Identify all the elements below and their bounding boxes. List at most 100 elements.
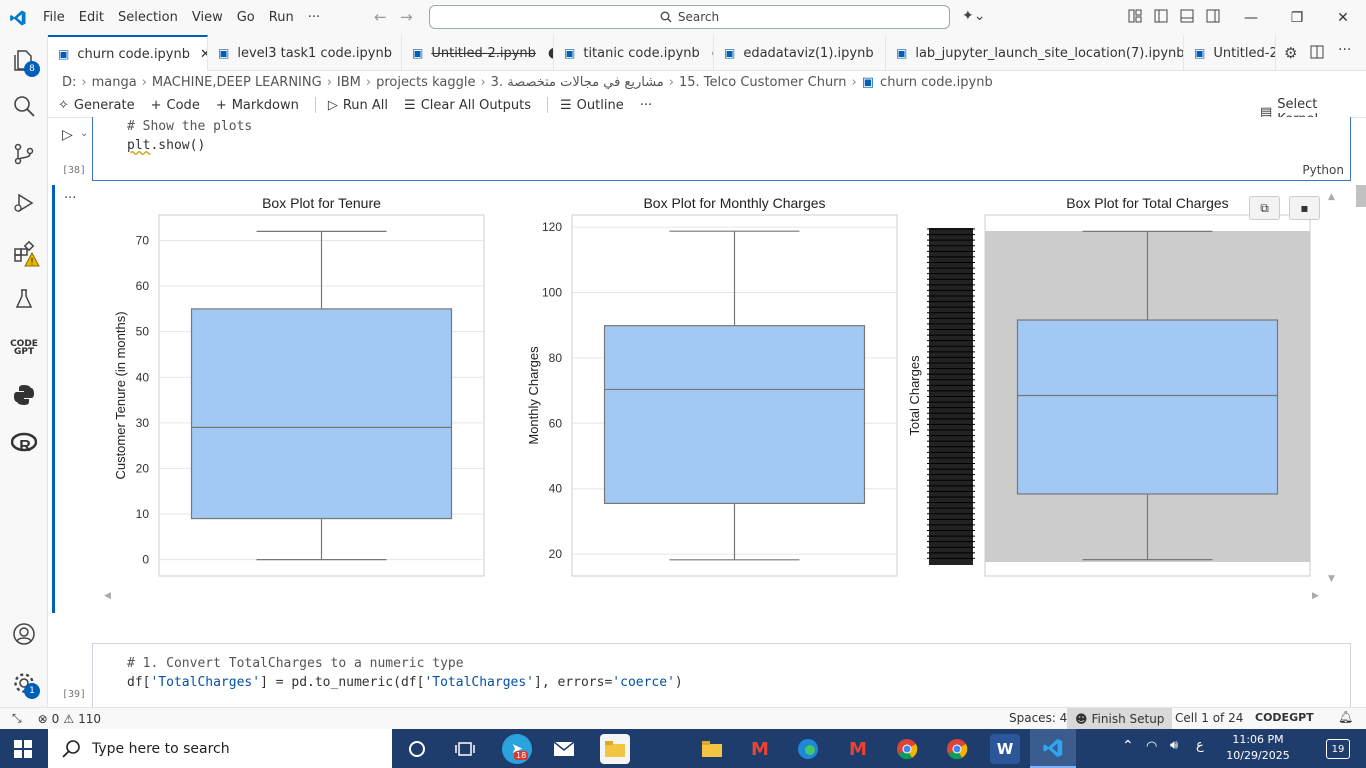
forward-arrow-icon[interactable]: →	[400, 8, 413, 26]
code-cell-39[interactable]: # 1. Convert TotalCharges to a numeric t…	[92, 643, 1351, 707]
breadcrumb-item[interactable]: manga	[92, 75, 137, 90]
scroll-down-icon[interactable]: ▼	[1328, 574, 1335, 584]
copy-output-button[interactable]: ⧉	[1249, 196, 1280, 220]
folder-icon[interactable]	[697, 734, 727, 764]
command-center-search[interactable]: Search	[429, 5, 950, 29]
codegpt-icon[interactable]: CODE GPT	[8, 332, 40, 364]
search-icon[interactable]	[8, 90, 40, 122]
gmail-icon[interactable]: M	[745, 734, 775, 764]
input-language[interactable]: ع	[1196, 738, 1204, 753]
breadcrumb-item[interactable]: MACHINE,DEEP LEARNING	[152, 75, 322, 90]
problems-indicator[interactable]: ⊗ 0 ⚠ 110	[38, 712, 101, 726]
chrome-profile-icon[interactable]	[942, 734, 972, 764]
tab-titanic-code[interactable]: ▣ titanic code.ipynb ●	[554, 35, 714, 71]
edge-icon[interactable]	[793, 734, 823, 764]
run-cell-icon[interactable]: ▷	[62, 127, 73, 143]
add-code-button[interactable]: + Code	[151, 98, 200, 113]
source-control-icon[interactable]	[8, 138, 40, 170]
tab-lab-jupyter[interactable]: ▣ lab_jupyter_launch_site_location(7).ip…	[886, 35, 1184, 71]
breadcrumb-item[interactable]: D:	[62, 75, 76, 90]
tab-edadataviz[interactable]: ▣ edadataviz(1).ipynb ●	[714, 35, 886, 71]
run-all-button[interactable]: ▷ Run All	[328, 98, 388, 113]
save-output-button[interactable]: ▪	[1289, 196, 1320, 220]
close-tab-icon[interactable]: ✕	[200, 47, 207, 62]
task-view-icon[interactable]	[450, 734, 480, 764]
breadcrumb-item[interactable]: 15. Telco Customer Churn	[679, 75, 847, 90]
vscode-taskbar-icon[interactable]	[1030, 729, 1076, 768]
cell-language-label[interactable]: Python	[1302, 163, 1344, 177]
chart-title: Box Plot for Tenure	[262, 195, 381, 211]
gmail-icon-2[interactable]: M	[843, 734, 873, 764]
file-explorer-icon[interactable]	[600, 734, 630, 764]
run-dropdown-icon[interactable]: ⌄	[80, 128, 88, 139]
python-icon[interactable]	[8, 379, 40, 411]
layout-customize-icon[interactable]	[1128, 9, 1142, 27]
menu-view[interactable]: View	[185, 0, 230, 35]
codegpt-status[interactable]: CODEGPT	[1255, 711, 1314, 724]
copilot-icon[interactable]: ✦⌄	[962, 8, 985, 24]
tab-untitled-2b[interactable]: ▣ Untitled-2	[1184, 35, 1276, 71]
tab-churn-code[interactable]: ▣ churn code.ipynb ✕	[48, 35, 208, 71]
taskbar-clock[interactable]: 11:06 PM 10/29/2025	[1220, 732, 1296, 764]
indentation-status[interactable]: Spaces: 4	[1009, 711, 1067, 725]
remote-icon[interactable]: ⤡	[12, 711, 22, 726]
testing-flask-icon[interactable]	[8, 283, 40, 315]
menu-file[interactable]: File	[36, 0, 72, 35]
generate-button[interactable]: ✧ Generate	[58, 98, 135, 113]
menu-go[interactable]: Go	[230, 0, 262, 35]
windows-start-icon[interactable]	[14, 740, 32, 762]
breadcrumb-item[interactable]: 3. مشاريع في مجالات متخصصة	[491, 75, 664, 90]
wifi-icon[interactable]: ◠	[1146, 739, 1157, 754]
notebook-settings-gear-icon[interactable]: ⚙	[1284, 44, 1297, 62]
breadcrumb-item[interactable]: projects kaggle	[376, 75, 475, 90]
cortana-icon[interactable]	[402, 734, 432, 764]
add-markdown-button[interactable]: + Markdown	[216, 98, 299, 113]
back-arrow-icon[interactable]: ←	[374, 8, 387, 26]
more-actions-icon[interactable]: ···	[1338, 42, 1351, 58]
breadcrumb-item[interactable]: churn code.ipynb	[880, 75, 993, 90]
accounts-icon[interactable]	[8, 618, 40, 650]
finish-setup-button[interactable]: ☻ Finish Setup	[1067, 708, 1173, 729]
close-window-button[interactable]: ✕	[1320, 0, 1366, 35]
tab-level3-task1[interactable]: ▣ level3 task1 code.ipynb ●	[208, 35, 402, 71]
tab-label: churn code.ipynb	[77, 46, 190, 62]
tab-untitled-2[interactable]: ▣ Untitled-2.ipynb ●	[402, 35, 554, 71]
restore-button[interactable]: ❐	[1274, 0, 1320, 35]
y-tick-label: 0	[142, 553, 149, 567]
toggle-panel-icon[interactable]	[1180, 9, 1194, 27]
toggle-sidebar-icon[interactable]	[1154, 9, 1168, 27]
vertical-scrollbar-thumb[interactable]	[1356, 185, 1366, 207]
run-debug-icon[interactable]	[8, 187, 40, 219]
code-cell-38[interactable]: # Show the plots plt.show() Python	[92, 117, 1351, 181]
split-editor-icon[interactable]	[1310, 45, 1324, 63]
menu-run[interactable]: Run	[262, 0, 301, 35]
taskbar-search-box[interactable]: Type here to search	[48, 729, 392, 768]
tab-label: titanic code.ipynb	[583, 45, 700, 61]
output-more-button[interactable]: ···	[64, 191, 76, 206]
y-tick-label: 10	[136, 507, 150, 521]
word-icon[interactable]: W	[990, 734, 1020, 764]
toolbar-more-button[interactable]: ···	[640, 98, 652, 113]
menu-edit[interactable]: Edit	[72, 0, 111, 35]
chrome-icon[interactable]	[892, 734, 922, 764]
minimize-button[interactable]: —	[1228, 0, 1274, 35]
mail-icon[interactable]	[549, 734, 579, 764]
menu-selection[interactable]: Selection	[111, 0, 185, 35]
notification-center-icon[interactable]: 19	[1326, 739, 1350, 759]
volume-icon[interactable]: 🔊︎	[1170, 738, 1178, 753]
show-hidden-icons-icon[interactable]: ⌃	[1122, 738, 1134, 754]
toggle-secondary-sidebar-icon[interactable]	[1206, 9, 1220, 27]
clear-outputs-button[interactable]: ☰ Clear All Outputs	[404, 98, 531, 113]
y-tick-label: 120	[542, 220, 562, 234]
outline-button[interactable]: ☰ Outline	[560, 98, 624, 113]
notifications-bell-icon[interactable]: 🔔︎	[1338, 710, 1353, 724]
cell-position-status[interactable]: Cell 1 of 24	[1175, 711, 1243, 725]
breadcrumb-item[interactable]: IBM	[337, 75, 361, 90]
scroll-up-icon[interactable]: ▲	[1328, 192, 1335, 202]
scroll-left-icon[interactable]: ◀	[104, 591, 111, 601]
menu-more[interactable]: ···	[301, 0, 327, 35]
notebook-icon: ▣	[412, 46, 424, 60]
scroll-right-icon[interactable]: ▶	[1312, 591, 1319, 601]
r-language-icon[interactable]: R	[8, 427, 40, 459]
y-axis-label: Customer Tenure (in months)	[113, 311, 128, 479]
